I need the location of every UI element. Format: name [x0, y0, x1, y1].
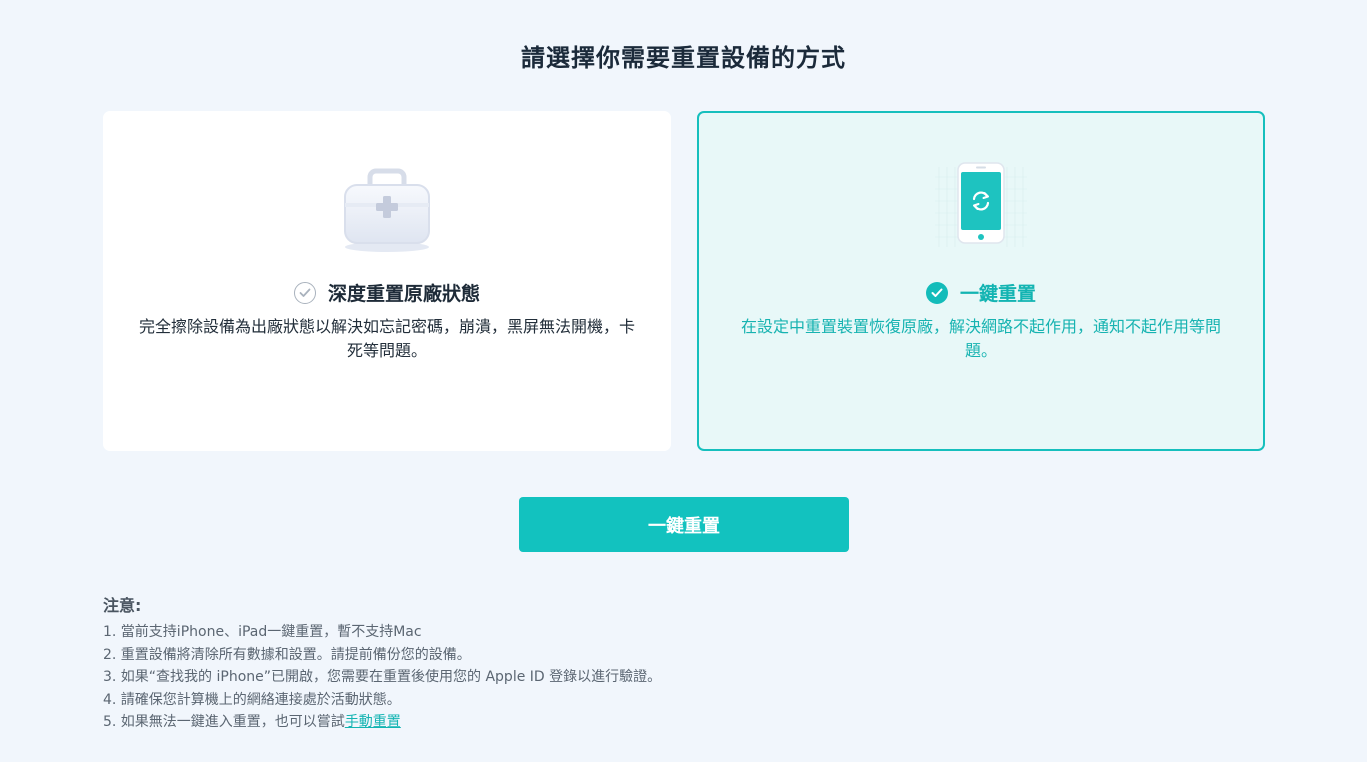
- option-title-row: 一鍵重置: [699, 279, 1263, 306]
- option-card-deep-reset[interactable]: 深度重置原廠狀態 完全擦除設備為出廠狀態以解決如忘記密碼，崩潰，黑屏無法開機，卡…: [103, 111, 671, 451]
- radio-checked-icon[interactable]: [925, 281, 948, 304]
- notes-section: 注意: 1. 當前支持iPhone、iPad一鍵重置，暫不支持Mac 2. 重置…: [103, 592, 1003, 734]
- note-item: 3. 如果“查找我的 iPhone”已開啟，您需要在重置後使用您的 Apple …: [103, 669, 662, 685]
- option-description: 完全擦除設備為出廠狀態以解決如忘記密碼，崩潰，黑屏無法開機，卡死等問題。: [138, 317, 635, 360]
- reset-method-page: 請選擇你需要重置設備的方式 深度重置原廠狀態 完全擦除設備為出廠狀態以解決如忘記…: [0, 0, 1367, 762]
- note-item: 1. 當前支持iPhone、iPad一鍵重置，暫不支持Mac: [103, 624, 422, 640]
- note-item: 4. 請確保您計算機上的網絡連接處於活動狀態。: [103, 691, 401, 708]
- phone-reset-icon: [935, 162, 1027, 247]
- note-item: 5. 如果無法一鍵進入重置，也可以嘗試手動重置: [103, 711, 1003, 734]
- radio-unchecked-icon[interactable]: [293, 281, 316, 304]
- option-title: 一鍵重置: [959, 283, 1036, 305]
- notes-list: 1. 當前支持iPhone、iPad一鍵重置，暫不支持Mac 2. 重置設備將清…: [103, 621, 1003, 734]
- option-description: 在設定中重置裝置恢復原廠，解決網路不起作用，通知不起作用等問題。: [740, 317, 1221, 360]
- note-item-text: 5. 如果無法一鍵進入重置，也可以嘗試: [103, 714, 345, 730]
- one-key-reset-button[interactable]: 一鍵重置: [519, 497, 849, 552]
- option-title-row: 深度重置原廠狀態: [105, 279, 669, 306]
- notes-title: 注意:: [103, 596, 142, 615]
- manual-reset-link[interactable]: 手動重置: [345, 714, 401, 730]
- option-card-one-key-reset[interactable]: 一鍵重置 在設定中重置裝置恢復原廠，解決網路不起作用，通知不起作用等問題。: [697, 111, 1265, 451]
- page-title: 請選擇你需要重置設備的方式: [521, 44, 846, 72]
- option-title: 深度重置原廠狀態: [327, 283, 480, 305]
- note-item: 2. 重置設備將清除所有數據和設置。請提前備份您的設備。: [103, 646, 471, 663]
- first-aid-kit-icon: [344, 168, 430, 252]
